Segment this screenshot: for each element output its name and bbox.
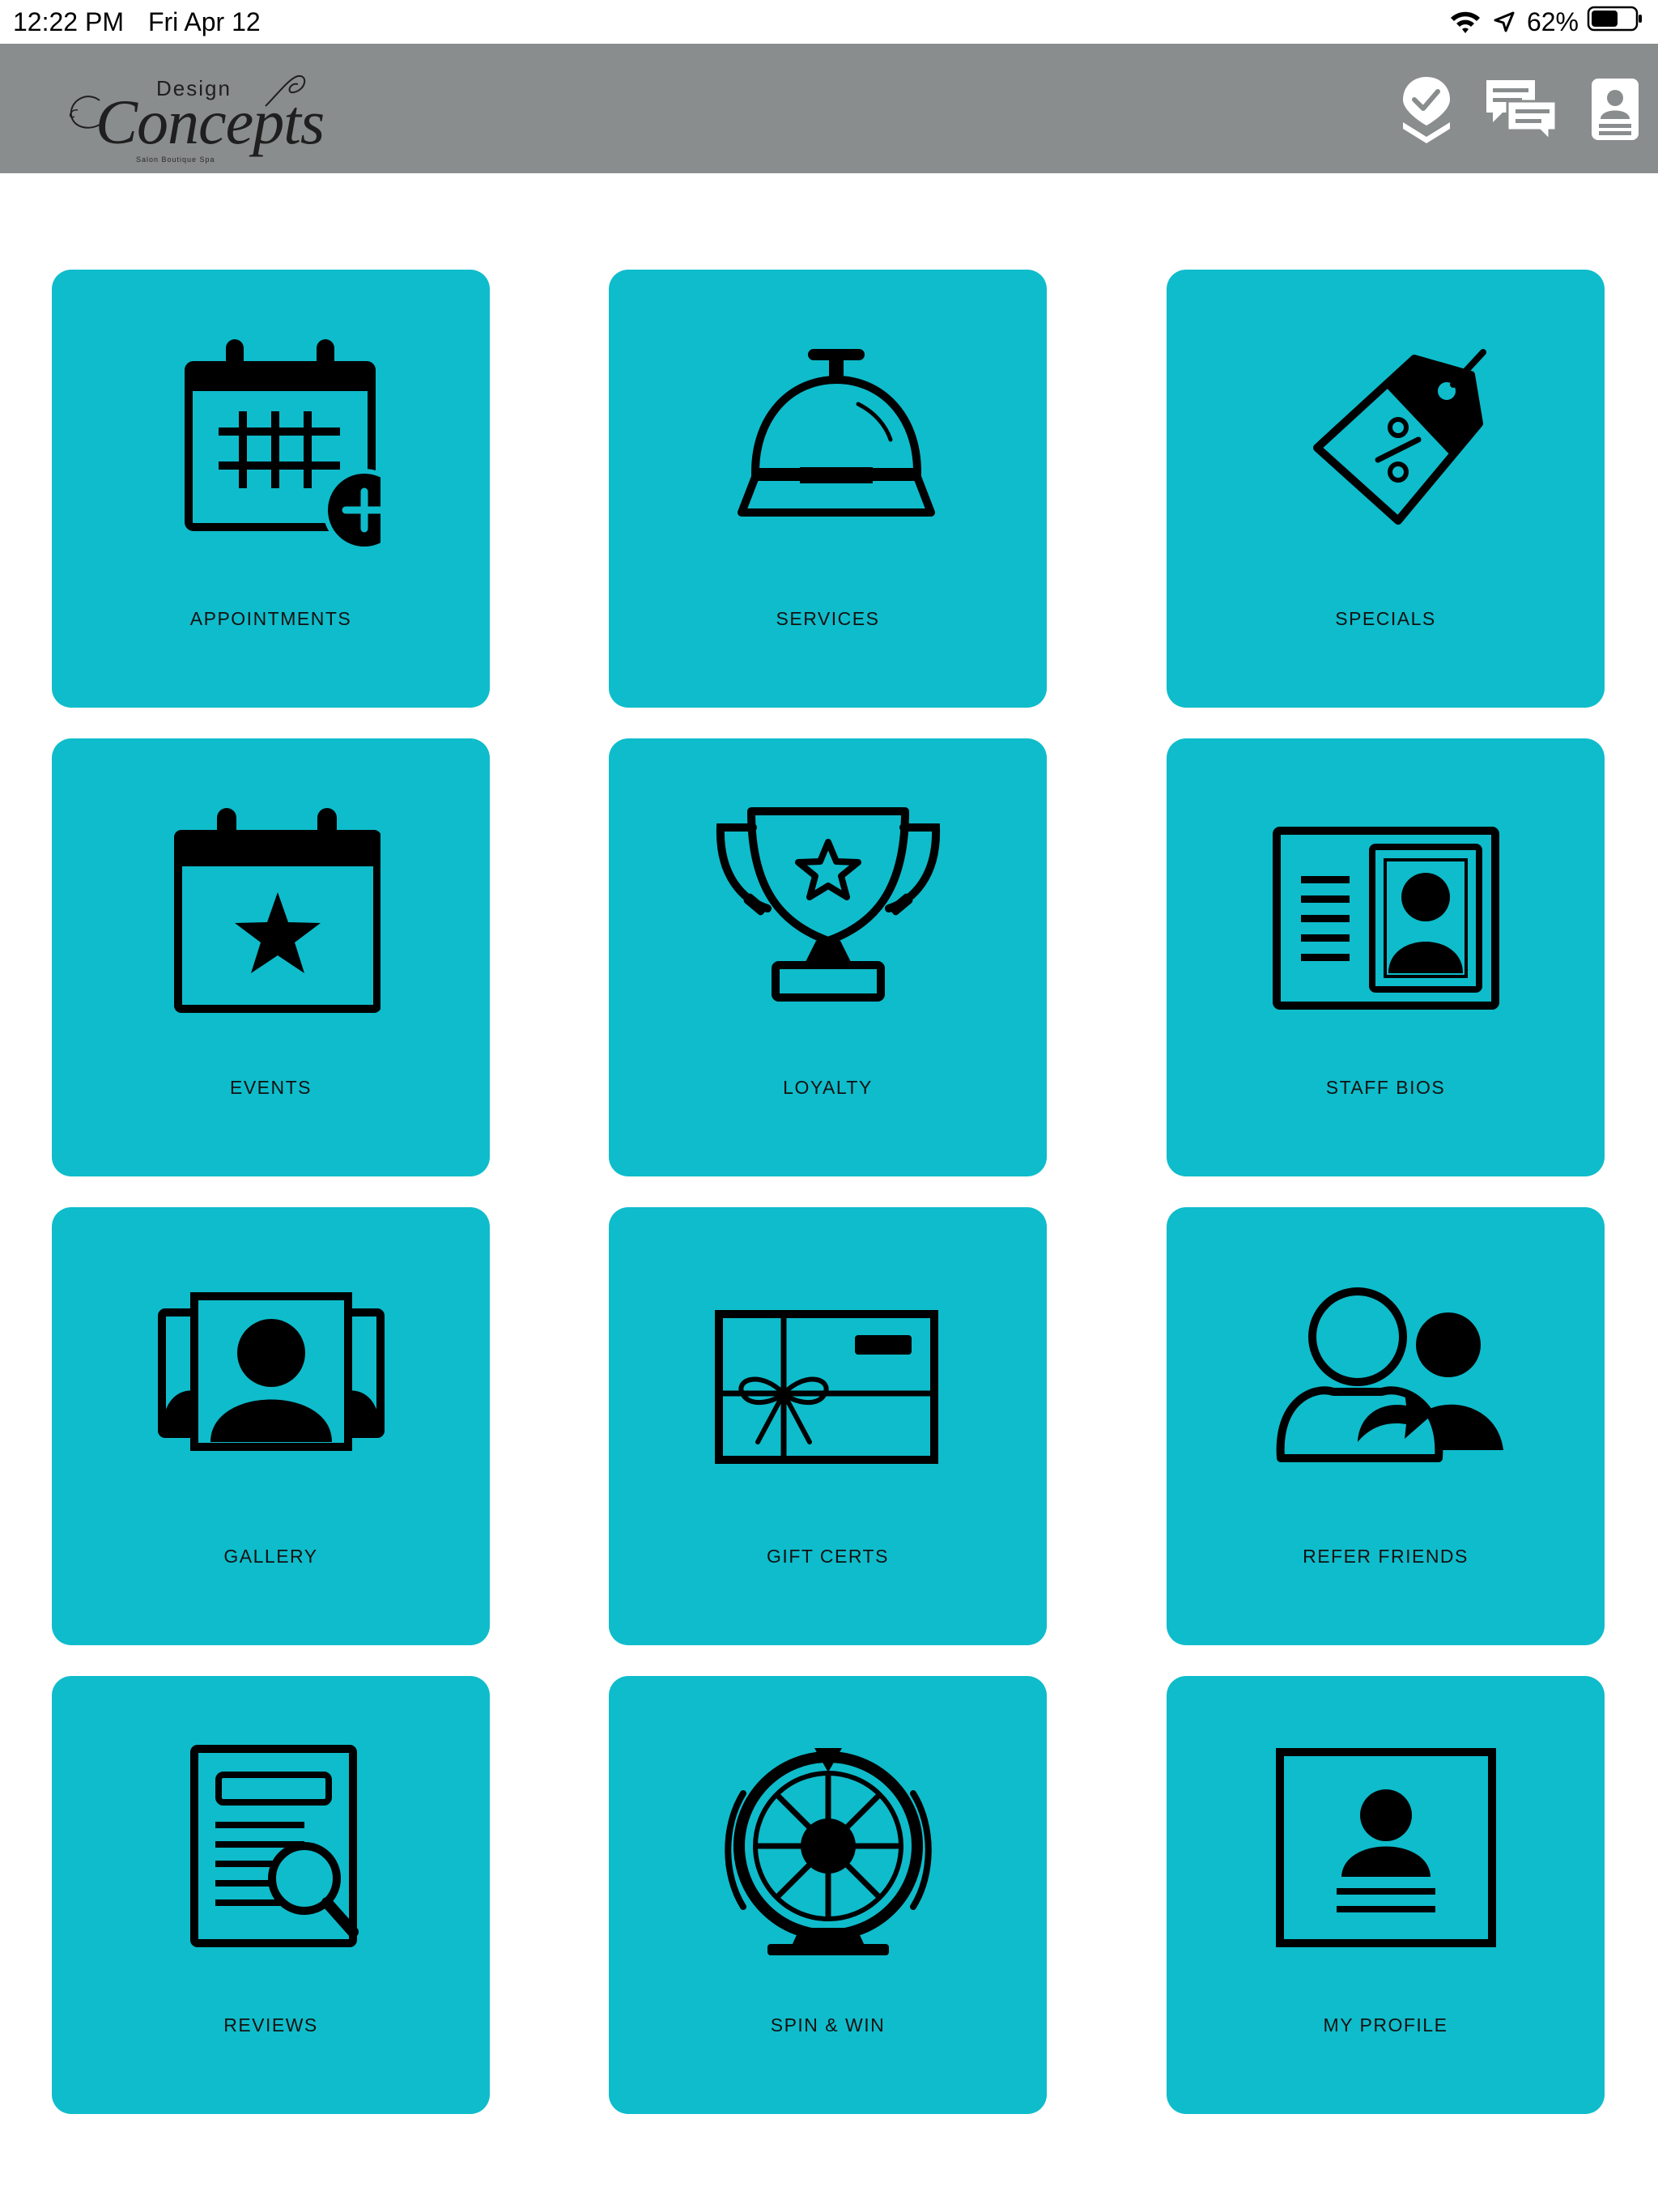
battery-percent: 62% <box>1526 6 1579 36</box>
wifi-icon <box>1449 9 1482 35</box>
app-header: Design Concepts Salon Boutique Spa <box>0 44 1658 173</box>
calendar-add-icon <box>150 334 393 553</box>
review-document-icon <box>150 1741 393 1959</box>
service-bell-icon <box>707 334 950 553</box>
gift-card-icon <box>707 1272 950 1491</box>
map-pin-check-icon <box>1403 77 1450 143</box>
profile-card-icon <box>1265 1741 1507 1959</box>
tile-label: GIFT CERTS <box>767 1546 889 1567</box>
prize-wheel-icon <box>707 1741 950 1959</box>
header-actions <box>1368 73 1640 146</box>
logo-tagline: Salon Boutique Spa <box>136 155 215 164</box>
location-arrow-icon <box>1493 11 1516 33</box>
discount-tag-icon <box>1265 334 1507 553</box>
messages-button[interactable] <box>1485 77 1558 142</box>
tile-reviews[interactable]: REVIEWS <box>52 1676 490 2114</box>
contact-card-icon <box>1592 79 1639 140</box>
calendar-star-icon <box>150 803 393 1022</box>
refer-users-icon <box>1265 1272 1507 1491</box>
status-date: Fri Apr 12 <box>147 6 261 36</box>
tile-appointments[interactable]: APPOINTMENTS <box>52 270 490 708</box>
tile-events[interactable]: EVENTS <box>52 738 490 1176</box>
brand-logo[interactable]: Design Concepts Salon Boutique Spa <box>63 68 325 164</box>
logo-flourish-icon <box>265 74 306 107</box>
tile-staff-bios[interactable]: STAFF BIOS <box>1167 738 1605 1176</box>
battery-icon <box>1587 5 1643 39</box>
chat-bubbles-icon <box>1486 80 1558 142</box>
tile-label: SPECIALS <box>1335 608 1436 629</box>
tile-refer-friends[interactable]: REFER FRIENDS <box>1167 1207 1605 1645</box>
contact-card-button[interactable] <box>1590 77 1640 142</box>
tile-label: STAFF BIOS <box>1325 1077 1446 1098</box>
tile-my-profile[interactable]: MY PROFILE <box>1167 1676 1605 2114</box>
tile-specials[interactable]: SPECIALS <box>1167 270 1605 708</box>
id-card-icon <box>1265 803 1507 1022</box>
trophy-star-icon <box>707 803 950 1022</box>
status-time: 12:22 PM <box>13 6 124 36</box>
tile-loyalty[interactable]: LOYALTY <box>609 738 1047 1176</box>
photo-gallery-icon <box>150 1272 393 1491</box>
tile-label: SPIN & WIN <box>770 2014 886 2035</box>
check-in-button[interactable] <box>1401 75 1452 143</box>
tile-gallery[interactable]: GALLERY <box>52 1207 490 1645</box>
status-right: 62% <box>1438 3 1643 40</box>
status-left: 12:22 PM Fri Apr 12 <box>13 3 261 40</box>
tile-label: APPOINTMENTS <box>189 608 352 629</box>
tile-services[interactable]: SERVICES <box>609 270 1047 708</box>
tile-label: MY PROFILE <box>1323 2014 1448 2035</box>
tile-label: GALLERY <box>223 1546 318 1567</box>
tile-label: REVIEWS <box>223 2014 318 2035</box>
tile-label: LOYALTY <box>783 1077 873 1098</box>
tile-gift-certs[interactable]: GIFT CERTS <box>609 1207 1047 1645</box>
status-bar: 12:22 PM Fri Apr 12 62% <box>0 0 1658 44</box>
tile-label: REFER FRIENDS <box>1303 1546 1469 1567</box>
tile-label: EVENTS <box>229 1077 312 1098</box>
tile-spin-win[interactable]: SPIN & WIN <box>609 1676 1047 2114</box>
tile-label: SERVICES <box>776 608 880 629</box>
